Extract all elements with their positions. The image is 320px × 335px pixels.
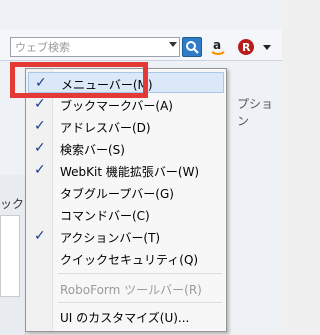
annotation-highlight-box [10,62,148,98]
menu-item-tabgroupbar[interactable]: タブグループバー(G) [28,182,224,203]
menu-item-customize-ui[interactable]: UI のカスタマイズ(U)... [28,306,224,327]
menu-item-actionbar[interactable]: ✓ アクションバー(T) [28,226,224,247]
menu-item-label: UI のカスタマイズ(U)... [60,311,190,325]
checkmark-icon: ✓ [34,96,46,112]
checkmark-icon: ✓ [34,162,46,178]
search-placeholder: ウェブ検索 [15,41,70,54]
checkmark-icon: ✓ [34,228,46,244]
checkmark-icon: ✓ [34,140,46,156]
svg-text:a: a [213,38,221,52]
menu-item-webkit-extensionbar[interactable]: ✓ WebKit 機能拡張バー(W) [28,160,224,181]
menu-item-label: アクションバー(T) [60,231,161,245]
menu-item-label: RoboForm ツールバー(R) [60,283,202,297]
search-icon[interactable] [182,37,202,57]
menu-item-label: アドレスバー(D) [60,121,151,135]
background-options-label: プション [237,97,274,128]
menu-separator [58,302,222,303]
menu-item-label: 検索バー(S) [60,143,125,157]
menu-separator [58,273,222,274]
side-panel-inner [0,215,20,297]
search-input[interactable]: ウェブ検索 [10,37,180,57]
dropdown-arrow-icon[interactable] [260,37,274,57]
toolbar-context-menu: ✓ メニューバー(M) ✓ ブックマークバー(A) ✓ アドレスバー(D) ✓ … [25,68,227,332]
menu-item-addressbar[interactable]: ✓ アドレスバー(D) [28,116,224,137]
checkmark-icon: ✓ [34,118,46,134]
menu-item-label: コマンドバー(C) [60,209,150,223]
menu-item-searchbar[interactable]: ✓ 検索バー(S) [28,138,224,159]
roboform-icon[interactable]: R [236,37,256,57]
search-engine-dropdown-icon[interactable] [169,42,177,47]
menu-item-quicksecurity[interactable]: クイックセキュリティ(Q) [28,248,224,269]
menu-item-roboform-toolbar: RoboForm ツールバー(R) [28,278,224,299]
menu-item-label: タブグループバー(G) [60,187,174,201]
menu-item-label: クイックセキュリティ(Q) [60,253,199,267]
amazon-icon[interactable]: a [208,37,228,57]
svg-text:R: R [242,41,251,54]
browser-toolbar: ウェブ検索 a R [0,30,282,61]
menu-item-commandbar[interactable]: コマンドバー(C) [28,204,224,225]
background-side-label: ック [0,197,25,211]
menu-item-label: WebKit 機能拡張バー(W) [60,165,200,179]
menu-item-label: ブックマークバー(A) [60,99,173,113]
